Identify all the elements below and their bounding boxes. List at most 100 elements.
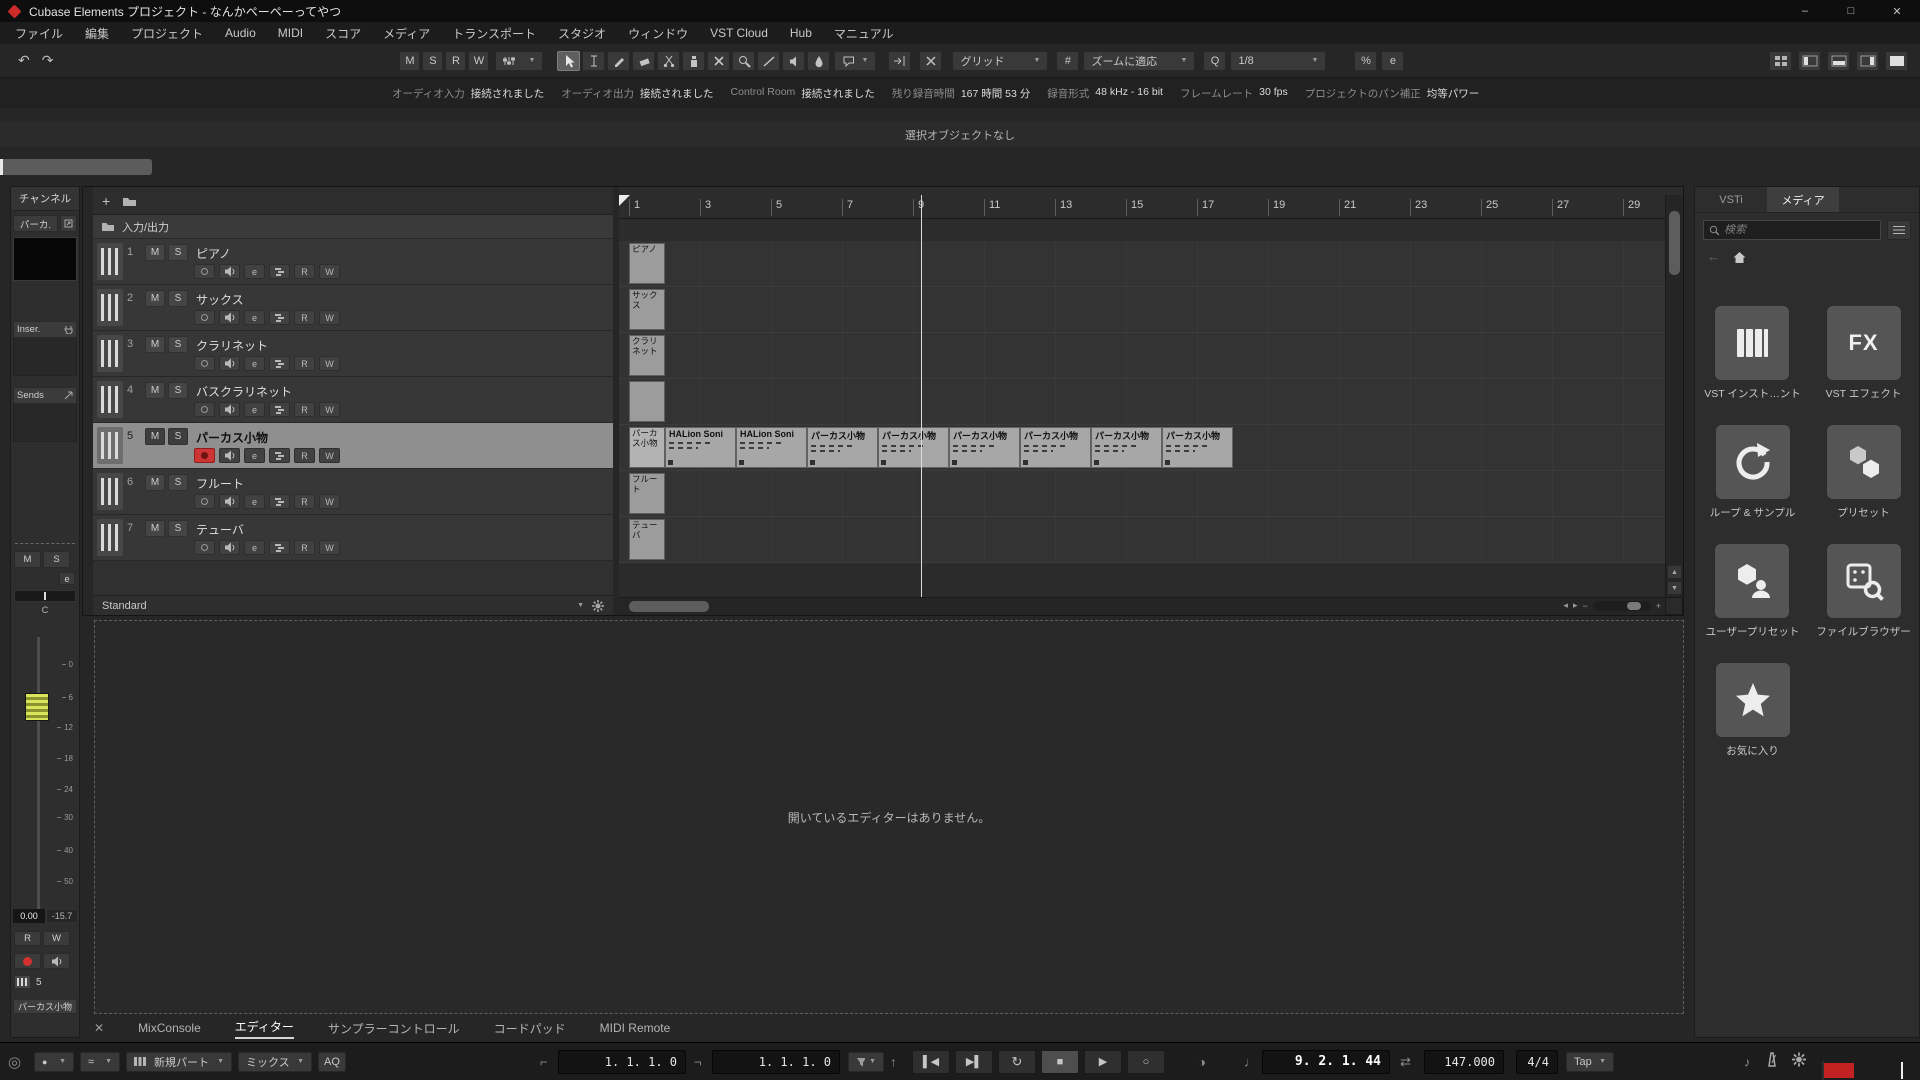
channel-track-name[interactable]: パーカス小物	[13, 999, 77, 1014]
track-row[interactable]: 1MSピアノeRW	[93, 239, 613, 285]
cycle-button[interactable]: ↻	[998, 1050, 1036, 1074]
edit-channel-button[interactable]: e	[244, 494, 265, 509]
mute-all-button[interactable]: M	[399, 51, 420, 71]
favorites-star-icon[interactable]	[1716, 663, 1790, 737]
record-enable-button[interactable]	[194, 356, 215, 371]
channel-monitor-button[interactable]	[43, 953, 70, 969]
snap-icon[interactable]	[888, 51, 911, 71]
scroll-down-button[interactable]: ▼	[1667, 581, 1682, 595]
quantize-dropdown[interactable]: 1/8 ▼	[1230, 51, 1326, 71]
midi-editor-icon[interactable]	[269, 310, 290, 325]
scroll-up-button[interactable]: ▲	[1667, 565, 1682, 579]
midi-part[interactable]: テューバ	[629, 519, 665, 560]
menu-item[interactable]: 編集	[74, 22, 120, 44]
midi-part[interactable]: クラリネット	[629, 335, 665, 376]
redo-button[interactable]: ↷	[36, 52, 60, 69]
swing-button[interactable]: %	[1354, 51, 1377, 71]
left-zone-toggle-icon[interactable]	[1798, 51, 1821, 71]
read-automation-button[interactable]: R	[294, 540, 315, 555]
menu-item[interactable]: マニュアル	[823, 22, 905, 44]
menu-item[interactable]: メディア	[372, 22, 441, 44]
tab-mixconsole[interactable]: MixConsole	[138, 1021, 201, 1035]
inserts-slot-body[interactable]	[13, 338, 77, 376]
read-automation-button[interactable]: R	[294, 264, 315, 279]
write-automation-button[interactable]: W	[319, 448, 340, 463]
track-row[interactable]: 5MSパーカス小物eRW	[93, 423, 613, 469]
status-value[interactable]: 48 kHz - 16 bit	[1095, 86, 1163, 101]
draw-tool[interactable]	[607, 51, 630, 71]
transport-gear-icon[interactable]	[1792, 1052, 1806, 1071]
status-value[interactable]: 接続されました	[640, 86, 714, 101]
close-button[interactable]: ✕	[1874, 0, 1920, 22]
tile-vst-effects[interactable]: FX VST エフェクト	[1826, 306, 1902, 401]
right-locator-display[interactable]: 1. 1. 1. 0	[712, 1050, 840, 1074]
midi-editor-icon[interactable]	[269, 356, 290, 371]
track-solo-button[interactable]: S	[168, 290, 188, 307]
track-name[interactable]: テューバ	[196, 521, 244, 538]
gear-icon[interactable]	[592, 600, 604, 612]
monitor-button[interactable]	[219, 356, 240, 371]
menu-item[interactable]: ファイル	[4, 22, 74, 44]
vertical-scrollbar[interactable]: ▲ ▼	[1665, 195, 1683, 597]
record-enable-button[interactable]	[194, 264, 215, 279]
fader-level-value[interactable]: 0.00	[13, 909, 45, 923]
midi-clip[interactable]: パーカス小物	[1162, 427, 1233, 468]
right-zone-toggle-icon[interactable]	[1856, 51, 1879, 71]
midi-clip[interactable]: パーカス小物	[1091, 427, 1162, 468]
write-automation-button[interactable]: W	[319, 494, 340, 509]
sends-slot-header[interactable]: Sends	[13, 387, 77, 404]
midi-clip[interactable]: HALion Soni	[736, 427, 807, 468]
monitor-button[interactable]	[219, 264, 240, 279]
record-enable-button[interactable]	[194, 402, 215, 417]
vst-instruments-icon[interactable]	[1715, 306, 1789, 380]
presets-icon[interactable]	[1827, 425, 1901, 499]
track-lane[interactable]	[619, 379, 1665, 425]
midi-record-mode-dropdown[interactable]: ミックス▼	[238, 1052, 312, 1072]
write-all-button[interactable]: W	[468, 51, 489, 71]
monitor-button[interactable]	[219, 402, 240, 417]
solo-all-button[interactable]: S	[422, 51, 443, 71]
project-cursor[interactable]	[921, 195, 922, 597]
edit-channel-button[interactable]: e	[244, 448, 265, 463]
record-enable-button[interactable]	[194, 448, 215, 463]
track-name[interactable]: クラリネット	[196, 337, 268, 354]
maximize-button[interactable]: □	[1828, 0, 1874, 22]
home-icon[interactable]	[1732, 250, 1747, 264]
track-mute-button[interactable]: M	[145, 428, 165, 445]
track-preset-name[interactable]: Standard	[102, 600, 147, 612]
select-tool[interactable]	[557, 51, 580, 71]
quantize-panel-button[interactable]: e	[1381, 51, 1404, 71]
channel-export-icon[interactable]	[60, 215, 77, 232]
tap-tempo-button[interactable]: Tap▼	[1566, 1052, 1614, 1072]
record-enable-button[interactable]	[194, 310, 215, 325]
track-solo-button[interactable]: S	[168, 520, 188, 537]
left-locator-display[interactable]: 1. 1. 1. 0	[558, 1050, 686, 1074]
track-picture[interactable]	[13, 237, 77, 281]
menu-item[interactable]: スタジオ	[547, 22, 617, 44]
track-lane[interactable]: ピアノ	[619, 241, 1665, 287]
midi-clip[interactable]: パーカス小物	[1020, 427, 1091, 468]
menu-item[interactable]: Hub	[779, 22, 823, 44]
file-browser-icon[interactable]	[1827, 544, 1901, 618]
midi-clip[interactable]: HALion Soni	[665, 427, 736, 468]
punch-points-icon[interactable]: ↑	[890, 1054, 897, 1069]
project-position-display[interactable]: 9. 2. 1. 44	[1262, 1050, 1390, 1074]
midi-editor-icon[interactable]	[269, 494, 290, 509]
quantize-icon[interactable]: Q	[1203, 51, 1226, 71]
status-value[interactable]: 接続されました	[471, 86, 545, 101]
automation-mode-dropdown[interactable]: ▼	[495, 51, 543, 71]
menu-item[interactable]: VST Cloud	[699, 22, 779, 44]
channel-mute-button[interactable]: M	[14, 551, 41, 568]
scroll-left-icon[interactable]: ◂	[1563, 600, 1568, 611]
tab-editor[interactable]: エディター	[235, 1018, 294, 1039]
track-name[interactable]: バスクラリネット	[196, 383, 292, 400]
track-mute-button[interactable]: M	[145, 474, 165, 491]
metronome-icon[interactable]	[1766, 1052, 1778, 1072]
monitor-button[interactable]	[219, 540, 240, 555]
track-row[interactable]: 6MSフルートeRW	[93, 469, 613, 515]
sends-slot-body[interactable]	[13, 404, 77, 442]
midi-part[interactable]: パーカス小物	[629, 427, 665, 468]
list-view-icon[interactable]	[1887, 220, 1911, 240]
midi-editor-icon[interactable]	[269, 448, 290, 463]
status-value[interactable]: 均等パワー	[1427, 86, 1480, 101]
